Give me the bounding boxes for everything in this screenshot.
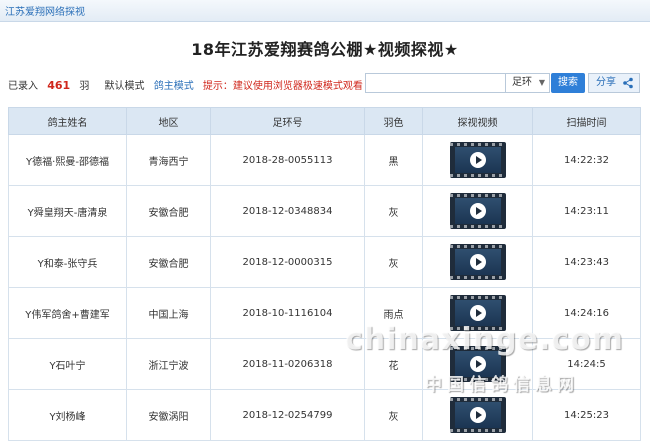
- region-cell: 安徽涡阳: [126, 389, 211, 441]
- recorded-count: 461: [47, 79, 71, 92]
- owner-cell: Y舜皇翔天-唐清泉: [8, 185, 127, 237]
- search-input[interactable]: [365, 73, 505, 93]
- color-cell: 灰: [364, 389, 423, 441]
- region-cell: 安徽合肥: [126, 185, 211, 237]
- owner-cell: Y德福·熙曼-邵德福: [8, 134, 127, 186]
- owner-cell: Y石叶宁: [8, 338, 127, 390]
- video-thumbnail[interactable]: [449, 397, 506, 433]
- video-cell: [422, 236, 533, 288]
- recorded-label: 已录入 461 羽: [8, 79, 95, 92]
- table-header-row: 鸽主姓名 地区 足环号 羽色 探视视频 扫描时间: [8, 107, 641, 135]
- watermark-domain: chinaxinge.com: [345, 322, 624, 357]
- ring-cell: 2018-11-0206318: [210, 338, 365, 390]
- recorded-prefix: 已录入: [8, 81, 38, 92]
- scan-time-cell: 14:23:43: [532, 236, 641, 288]
- page-title: 18年江苏爱翔赛鸽公棚★视频探视★: [191, 40, 459, 59]
- region-cell: 安徽合肥: [126, 236, 211, 288]
- browser-tip: 提示：建议使用浏览器极速模式观看: [202, 81, 363, 92]
- ring-cell: 2018-10-1116104: [210, 287, 365, 339]
- header-ring: 足环号: [210, 107, 365, 135]
- play-icon: [469, 407, 486, 423]
- scan-time-cell: 14:23:11: [532, 185, 641, 237]
- header-video: 探视视频: [422, 107, 533, 135]
- recorded-unit: 羽: [79, 81, 90, 92]
- owner-cell: Y刘杨峰: [8, 389, 127, 441]
- video-cell: [422, 389, 533, 441]
- film-strip-icon: [449, 143, 506, 146]
- film-strip-icon: [449, 276, 506, 279]
- video-thumbnail[interactable]: [449, 244, 506, 280]
- search-button[interactable]: 搜索: [551, 73, 585, 93]
- header-scan-time: 扫描时间: [532, 107, 641, 135]
- ring-cell: 2018-12-0254799: [210, 389, 365, 441]
- film-strip-icon: [449, 398, 506, 401]
- film-strip-icon: [449, 194, 506, 197]
- region-cell: 青海西宁: [126, 134, 211, 186]
- search-field-select-value: 足环: [512, 77, 532, 88]
- share-button[interactable]: 分享: [588, 73, 640, 93]
- table-row: Y刘杨峰 安徽涡阳 2018-12-0254799 灰 14:25:23: [8, 389, 641, 441]
- scan-time-cell: 14:25:23: [532, 389, 641, 441]
- color-cell: 灰: [364, 236, 423, 288]
- watermark-site-name: 中国信鸽信息网: [425, 375, 579, 395]
- video-cell: [422, 134, 533, 186]
- video-thumbnail[interactable]: [449, 142, 506, 178]
- region-cell: 浙江宁波: [126, 338, 211, 390]
- site-label[interactable]: 江苏爱翔网络探视: [5, 3, 85, 18]
- region-cell: 中国上海: [126, 287, 211, 339]
- table-row: Y舜皇翔天-唐清泉 安徽合肥 2018-12-0348834 灰 14:23:11: [8, 185, 641, 237]
- ring-cell: 2018-12-0348834: [210, 185, 365, 237]
- film-strip-icon: [449, 174, 506, 177]
- chevron-down-icon: ▼: [538, 78, 545, 87]
- film-strip-icon: [449, 429, 506, 432]
- table-row: Y和泰-张守兵 安徽合肥 2018-12-0000315 灰 14:23:43: [8, 236, 641, 288]
- scan-time-cell: 14:22:32: [532, 134, 641, 186]
- owner-cell: Y伟军鸽舍+曹建军: [8, 287, 127, 339]
- mode-owner-link[interactable]: 鸽主模式: [154, 81, 194, 92]
- play-icon: [469, 152, 486, 168]
- play-icon: [469, 203, 486, 219]
- search-field-select[interactable]: 足环 ▼: [505, 73, 550, 93]
- video-cell: [422, 185, 533, 237]
- header-owner: 鸽主姓名: [8, 107, 127, 135]
- film-strip-icon: [449, 296, 506, 299]
- table-row: Y德福·熙曼-邵德福 青海西宁 2018-28-0055113 黑 14:22:32: [8, 134, 641, 186]
- play-icon: [469, 305, 486, 321]
- share-icon: [623, 77, 633, 89]
- owner-cell: Y和泰-张守兵: [8, 236, 127, 288]
- ring-cell: 2018-12-0000315: [210, 236, 365, 288]
- header-color: 羽色: [364, 107, 423, 135]
- color-cell: 黑: [364, 134, 423, 186]
- color-cell: 灰: [364, 185, 423, 237]
- top-bar: 江苏爱翔网络探视: [0, 0, 650, 22]
- film-strip-icon: [449, 225, 506, 228]
- share-label: 分享: [596, 77, 616, 88]
- play-icon: [469, 254, 486, 270]
- mode-default-link[interactable]: 默认模式: [105, 81, 145, 92]
- info-bar: 已录入 461 羽 默认模式 鸽主模式 提示：建议使用浏览器极速模式观看: [8, 77, 369, 92]
- video-thumbnail[interactable]: [449, 193, 506, 229]
- ring-cell: 2018-28-0055113: [210, 134, 365, 186]
- film-strip-icon: [449, 245, 506, 248]
- header-region: 地区: [126, 107, 211, 135]
